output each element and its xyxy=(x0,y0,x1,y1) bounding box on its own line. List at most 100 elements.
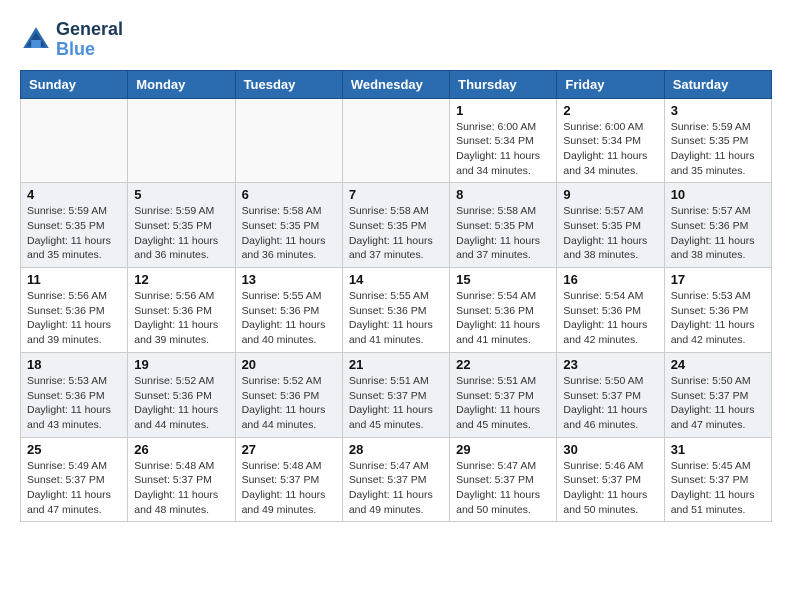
calendar-cell: 16 Sunrise: 5:54 AMSunset: 5:36 PMDayligh… xyxy=(557,268,664,353)
day-number: 23 xyxy=(563,357,657,372)
calendar-cell: 22 Sunrise: 5:51 AMSunset: 5:37 PMDayligh… xyxy=(450,352,557,437)
day-number: 30 xyxy=(563,442,657,457)
day-number: 9 xyxy=(563,187,657,202)
day-info: Sunrise: 6:00 AMSunset: 5:34 PMDaylight:… xyxy=(456,120,550,179)
day-info: Sunrise: 5:50 AMSunset: 5:37 PMDaylight:… xyxy=(563,374,657,433)
calendar-cell xyxy=(128,98,235,183)
day-number: 14 xyxy=(349,272,443,287)
day-info: Sunrise: 5:48 AMSunset: 5:37 PMDaylight:… xyxy=(134,459,228,518)
day-number: 15 xyxy=(456,272,550,287)
day-number: 3 xyxy=(671,103,765,118)
calendar-cell: 27 Sunrise: 5:48 AMSunset: 5:37 PMDayligh… xyxy=(235,437,342,522)
day-number: 19 xyxy=(134,357,228,372)
calendar-cell: 20 Sunrise: 5:52 AMSunset: 5:36 PMDayligh… xyxy=(235,352,342,437)
day-number: 31 xyxy=(671,442,765,457)
day-number: 11 xyxy=(27,272,121,287)
day-number: 5 xyxy=(134,187,228,202)
day-info: Sunrise: 5:48 AMSunset: 5:37 PMDaylight:… xyxy=(242,459,336,518)
day-info: Sunrise: 5:47 AMSunset: 5:37 PMDaylight:… xyxy=(349,459,443,518)
calendar-cell: 11 Sunrise: 5:56 AMSunset: 5:36 PMDayligh… xyxy=(21,268,128,353)
day-number: 20 xyxy=(242,357,336,372)
day-info: Sunrise: 5:49 AMSunset: 5:37 PMDaylight:… xyxy=(27,459,121,518)
day-info: Sunrise: 5:52 AMSunset: 5:36 PMDaylight:… xyxy=(242,374,336,433)
calendar-cell: 12 Sunrise: 5:56 AMSunset: 5:36 PMDayligh… xyxy=(128,268,235,353)
calendar-cell: 5 Sunrise: 5:59 AMSunset: 5:35 PMDaylight… xyxy=(128,183,235,268)
day-number: 24 xyxy=(671,357,765,372)
day-info: Sunrise: 5:53 AMSunset: 5:36 PMDaylight:… xyxy=(27,374,121,433)
day-info: Sunrise: 5:57 AMSunset: 5:35 PMDaylight:… xyxy=(563,204,657,263)
day-info: Sunrise: 5:57 AMSunset: 5:36 PMDaylight:… xyxy=(671,204,765,263)
col-header-friday: Friday xyxy=(557,70,664,98)
day-number: 29 xyxy=(456,442,550,457)
day-info: Sunrise: 5:53 AMSunset: 5:36 PMDaylight:… xyxy=(671,289,765,348)
calendar-cell: 21 Sunrise: 5:51 AMSunset: 5:37 PMDayligh… xyxy=(342,352,449,437)
day-number: 12 xyxy=(134,272,228,287)
day-number: 22 xyxy=(456,357,550,372)
day-number: 13 xyxy=(242,272,336,287)
logo: General Blue xyxy=(20,20,123,60)
calendar-cell xyxy=(342,98,449,183)
calendar-cell: 28 Sunrise: 5:47 AMSunset: 5:37 PMDayligh… xyxy=(342,437,449,522)
day-info: Sunrise: 5:55 AMSunset: 5:36 PMDaylight:… xyxy=(242,289,336,348)
day-info: Sunrise: 5:47 AMSunset: 5:37 PMDaylight:… xyxy=(456,459,550,518)
col-header-wednesday: Wednesday xyxy=(342,70,449,98)
calendar-cell: 30 Sunrise: 5:46 AMSunset: 5:37 PMDayligh… xyxy=(557,437,664,522)
calendar-cell: 1 Sunrise: 6:00 AMSunset: 5:34 PMDaylight… xyxy=(450,98,557,183)
day-info: Sunrise: 5:51 AMSunset: 5:37 PMDaylight:… xyxy=(349,374,443,433)
day-info: Sunrise: 5:46 AMSunset: 5:37 PMDaylight:… xyxy=(563,459,657,518)
calendar-table: SundayMondayTuesdayWednesdayThursdayFrid… xyxy=(20,70,772,523)
day-info: Sunrise: 5:58 AMSunset: 5:35 PMDaylight:… xyxy=(349,204,443,263)
day-info: Sunrise: 5:59 AMSunset: 5:35 PMDaylight:… xyxy=(27,204,121,263)
calendar-cell: 4 Sunrise: 5:59 AMSunset: 5:35 PMDaylight… xyxy=(21,183,128,268)
day-number: 28 xyxy=(349,442,443,457)
calendar-cell: 23 Sunrise: 5:50 AMSunset: 5:37 PMDayligh… xyxy=(557,352,664,437)
day-number: 17 xyxy=(671,272,765,287)
day-number: 6 xyxy=(242,187,336,202)
logo-icon xyxy=(20,24,52,56)
calendar-cell: 17 Sunrise: 5:53 AMSunset: 5:36 PMDayligh… xyxy=(664,268,771,353)
calendar-cell: 13 Sunrise: 5:55 AMSunset: 5:36 PMDayligh… xyxy=(235,268,342,353)
day-info: Sunrise: 5:58 AMSunset: 5:35 PMDaylight:… xyxy=(242,204,336,263)
day-info: Sunrise: 5:52 AMSunset: 5:36 PMDaylight:… xyxy=(134,374,228,433)
calendar-cell: 15Sunrise: 5:54 AMSunset: 5:36 PMDayligh… xyxy=(450,268,557,353)
calendar-cell: 26 Sunrise: 5:48 AMSunset: 5:37 PMDayligh… xyxy=(128,437,235,522)
day-number: 27 xyxy=(242,442,336,457)
calendar-cell: 6 Sunrise: 5:58 AMSunset: 5:35 PMDaylight… xyxy=(235,183,342,268)
day-info: Sunrise: 5:56 AMSunset: 5:36 PMDaylight:… xyxy=(27,289,121,348)
day-info: Sunrise: 5:58 AMSunset: 5:35 PMDaylight:… xyxy=(456,204,550,263)
day-number: 8 xyxy=(456,187,550,202)
day-info: Sunrise: 5:50 AMSunset: 5:37 PMDaylight:… xyxy=(671,374,765,433)
col-header-sunday: Sunday xyxy=(21,70,128,98)
calendar-cell: 8 Sunrise: 5:58 AMSunset: 5:35 PMDaylight… xyxy=(450,183,557,268)
day-number: 4 xyxy=(27,187,121,202)
logo-text: General Blue xyxy=(56,20,123,60)
day-number: 7 xyxy=(349,187,443,202)
page-header: General Blue xyxy=(20,20,772,60)
day-info: Sunrise: 5:56 AMSunset: 5:36 PMDaylight:… xyxy=(134,289,228,348)
day-info: Sunrise: 5:45 AMSunset: 5:37 PMDaylight:… xyxy=(671,459,765,518)
calendar-cell: 29 Sunrise: 5:47 AMSunset: 5:37 PMDayligh… xyxy=(450,437,557,522)
day-info: Sunrise: 5:59 AMSunset: 5:35 PMDaylight:… xyxy=(134,204,228,263)
col-header-monday: Monday xyxy=(128,70,235,98)
calendar-cell: 25Sunrise: 5:49 AMSunset: 5:37 PMDayligh… xyxy=(21,437,128,522)
col-header-tuesday: Tuesday xyxy=(235,70,342,98)
calendar-cell: 2Sunrise: 6:00 AMSunset: 5:34 PMDaylight… xyxy=(557,98,664,183)
day-info: Sunrise: 5:51 AMSunset: 5:37 PMDaylight:… xyxy=(456,374,550,433)
day-number: 10 xyxy=(671,187,765,202)
calendar-cell: 7 Sunrise: 5:58 AMSunset: 5:35 PMDaylight… xyxy=(342,183,449,268)
day-number: 26 xyxy=(134,442,228,457)
calendar-cell: 24 Sunrise: 5:50 AMSunset: 5:37 PMDayligh… xyxy=(664,352,771,437)
day-number: 1 xyxy=(456,103,550,118)
day-number: 21 xyxy=(349,357,443,372)
calendar-cell: 31 Sunrise: 5:45 AMSunset: 5:37 PMDayligh… xyxy=(664,437,771,522)
calendar-cell: 10 Sunrise: 5:57 AMSunset: 5:36 PMDayligh… xyxy=(664,183,771,268)
calendar-cell xyxy=(235,98,342,183)
day-info: Sunrise: 5:55 AMSunset: 5:36 PMDaylight:… xyxy=(349,289,443,348)
day-info: Sunrise: 5:54 AMSunset: 5:36 PMDaylight:… xyxy=(563,289,657,348)
day-number: 16 xyxy=(563,272,657,287)
calendar-cell: 18 Sunrise: 5:53 AMSunset: 5:36 PMDayligh… xyxy=(21,352,128,437)
calendar-cell: 3 Sunrise: 5:59 AMSunset: 5:35 PMDaylight… xyxy=(664,98,771,183)
day-number: 18 xyxy=(27,357,121,372)
day-info: Sunrise: 5:59 AMSunset: 5:35 PMDaylight:… xyxy=(671,120,765,179)
calendar-cell: 19 Sunrise: 5:52 AMSunset: 5:36 PMDayligh… xyxy=(128,352,235,437)
